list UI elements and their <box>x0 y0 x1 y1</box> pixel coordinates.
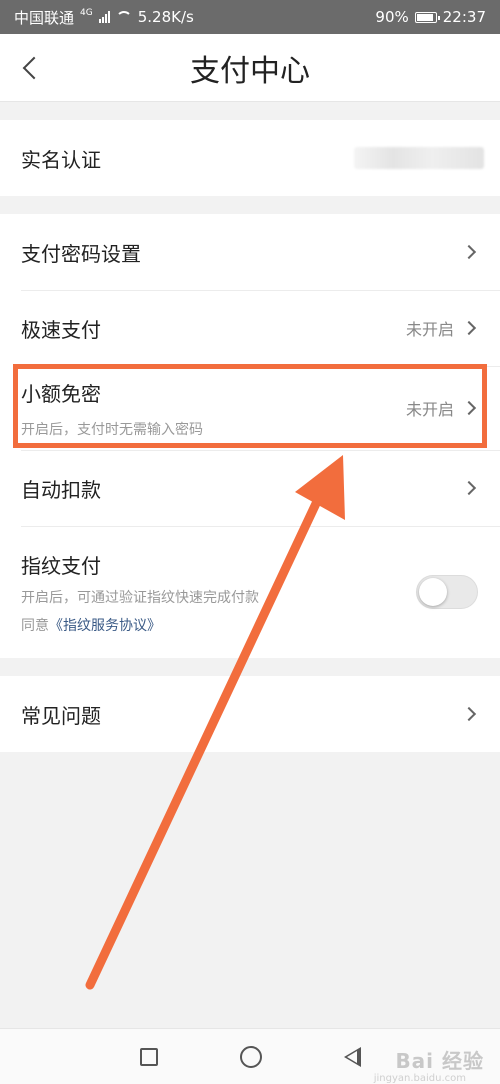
status-bar: 中国联通 4G 5.28K/s 90% 22:37 <box>0 0 500 34</box>
square-icon[interactable] <box>139 1047 158 1066</box>
watermark-logo: Bai 经验 <box>395 1049 484 1073</box>
small-free-label: 小额免密 <box>21 381 101 406</box>
row-faq[interactable]: 常见问题 <box>0 676 500 752</box>
row-pay-password[interactable]: 支付密码设置 <box>0 214 500 290</box>
fingerprint-agreement-link[interactable]: 《指纹服务协议》 <box>49 618 161 634</box>
chevron-left-icon <box>22 56 46 80</box>
chevron-right-icon <box>461 480 477 496</box>
watermark-url: jingyan.baidu.com <box>373 1073 466 1084</box>
row-real-name[interactable]: 实名认证 <box>0 120 500 196</box>
clock: 22:37 <box>442 8 486 26</box>
fingerprint-label: 指纹支付 <box>21 553 101 578</box>
fingerprint-toggle[interactable] <box>416 575 478 609</box>
chevron-right-icon <box>461 244 477 260</box>
fast-pay-status: 未开启 <box>405 320 454 339</box>
status-left: 中国联通 4G 5.28K/s <box>14 7 194 28</box>
fingerprint-agree: 同意《指纹服务协议》 <box>21 615 259 635</box>
net-speed: 5.28K/s <box>137 8 194 26</box>
fast-pay-label: 极速支付 <box>21 317 101 342</box>
auto-debit-label: 自动扣款 <box>21 477 101 502</box>
section-help: 常见问题 <box>0 676 500 752</box>
small-free-status: 未开启 <box>405 400 454 419</box>
pay-password-label: 支付密码设置 <box>21 241 141 266</box>
triangle-back-icon[interactable] <box>343 1046 361 1067</box>
row-small-password-free[interactable]: 小额免密 开启后，支付时无需输入密码 未开启 <box>0 366 500 450</box>
wifi-icon <box>115 11 132 23</box>
row-fingerprint-pay: 指纹支付 开启后，可通过验证指纹快速完成付款 同意《指纹服务协议》 <box>0 526 500 658</box>
circle-icon[interactable] <box>239 1045 262 1068</box>
blurred-name-value <box>354 147 484 169</box>
battery-percent: 90% <box>375 8 409 26</box>
battery-icon <box>414 11 440 23</box>
status-right: 90% 22:37 <box>375 8 486 26</box>
chevron-right-icon <box>461 706 477 722</box>
carrier-label: 中国联通 <box>14 8 75 27</box>
signal-icon <box>98 11 110 23</box>
small-free-sub: 开启后，支付时无需输入密码 <box>21 421 203 438</box>
page-title: 支付中心 <box>190 53 310 89</box>
faq-label: 常见问题 <box>21 703 101 728</box>
row-fast-pay[interactable]: 极速支付 未开启 <box>0 290 500 366</box>
section-identity: 实名认证 <box>0 120 500 196</box>
section-payment: 支付密码设置 极速支付 未开启 小额免密 开启后，支付时无需输入密码 未开启 自… <box>0 214 500 658</box>
real-name-label: 实名认证 <box>21 147 101 172</box>
chevron-right-icon <box>461 400 477 416</box>
fingerprint-sub: 开启后，可通过验证指纹快速完成付款 <box>21 589 259 606</box>
network-type: 4G <box>80 8 93 18</box>
nav-bar: 支付中心 <box>0 34 500 102</box>
chevron-right-icon <box>461 320 477 336</box>
row-auto-debit[interactable]: 自动扣款 <box>0 450 500 526</box>
agree-prefix: 同意 <box>21 617 49 634</box>
back-button[interactable] <box>10 48 50 88</box>
